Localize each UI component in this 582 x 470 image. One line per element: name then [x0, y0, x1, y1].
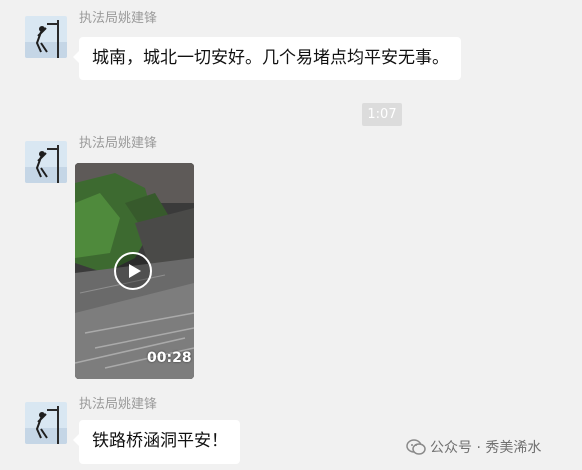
avatar[interactable]: [25, 16, 67, 58]
video-message[interactable]: 00:28: [75, 163, 194, 379]
sender-name: 执法局姚建锋: [79, 136, 158, 151]
avatar[interactable]: [25, 402, 67, 444]
play-icon: [129, 264, 141, 278]
play-button[interactable]: [114, 252, 152, 290]
video-duration: 00:28: [147, 350, 192, 366]
watermark: 公众号 · 秀美浠水: [406, 437, 541, 457]
wechat-official-account-icon: [406, 439, 426, 455]
timestamp: 1:07: [362, 103, 402, 126]
watermark-text: 公众号 · 秀美浠水: [430, 440, 542, 456]
avatar[interactable]: [25, 141, 67, 183]
message-bubble[interactable]: 铁路桥涵洞平安！: [73, 420, 240, 464]
sender-name: 执法局姚建锋: [79, 11, 158, 26]
message-bubble[interactable]: 城南，城北一切安好。几个易堵点均平安无事。: [73, 37, 461, 80]
sender-name: 执法局姚建锋: [79, 397, 158, 412]
